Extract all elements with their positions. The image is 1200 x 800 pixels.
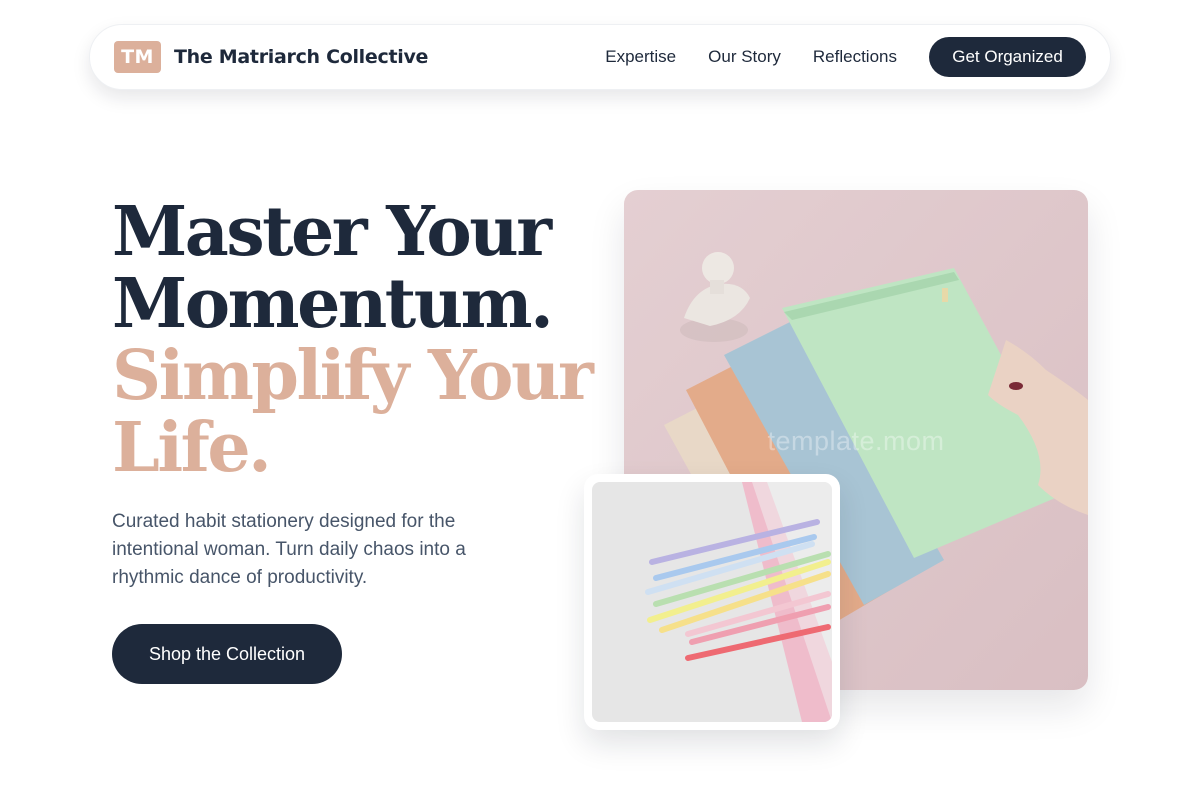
brand-name[interactable]: The Matriarch Collective xyxy=(174,46,428,68)
headline-accent-line-1: Simplify Your xyxy=(112,336,594,416)
nav-link-our-story[interactable]: Our Story xyxy=(708,47,781,67)
nav-link-expertise[interactable]: Expertise xyxy=(605,47,676,67)
headline-line-2: Momentum. xyxy=(112,264,554,344)
shop-collection-button[interactable]: Shop the Collection xyxy=(112,624,342,684)
pencils-illustration xyxy=(592,482,832,722)
hero-headline: Master Your Momentum. Simplify Your Life… xyxy=(112,196,612,484)
headline-accent-line-2: Life. xyxy=(112,408,272,488)
pencils-photo xyxy=(592,482,832,722)
pencils-photo-frame xyxy=(584,474,840,730)
get-organized-button[interactable]: Get Organized xyxy=(929,37,1086,77)
nav-links: Expertise Our Story Reflections Get Orga… xyxy=(605,37,1086,77)
top-navigation: TM The Matriarch Collective Expertise Ou… xyxy=(89,24,1111,90)
hero-subcopy: Curated habit stationery designed for th… xyxy=(112,511,466,588)
image-watermark: template.mom xyxy=(767,426,945,456)
nav-link-reflections[interactable]: Reflections xyxy=(813,47,897,67)
headline-line-1: Master Your xyxy=(112,192,552,272)
brand-logo-mark[interactable]: TM xyxy=(114,41,161,73)
